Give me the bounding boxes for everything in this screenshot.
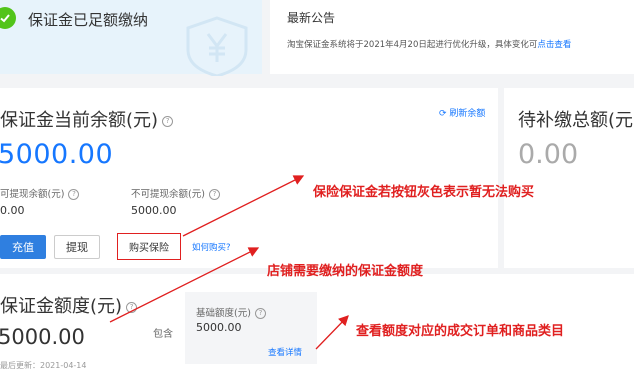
annotation-arrow-3 (315, 315, 349, 350)
annotation-arrow-1 (182, 175, 305, 237)
annotation-arrow-2 (109, 247, 260, 323)
annotation-deposit-quota: 店铺需要缴纳的保证金额度 (267, 264, 424, 279)
annotation-buy-insurance: 保险保证金若按钮灰色表示暂无法购买 (313, 185, 535, 200)
annotation-view-detail: 查看额度对应的成交订单和商品类目 (356, 324, 565, 339)
